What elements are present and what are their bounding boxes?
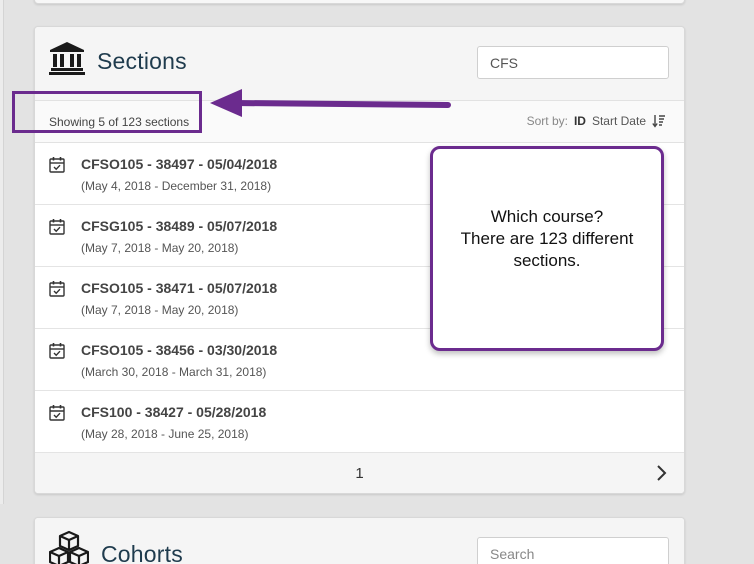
previous-card-edge (34, 0, 685, 4)
section-title[interactable]: CFS100 - 38427 - 05/28/2018 (81, 404, 266, 420)
callout-line: Which course? (490, 206, 604, 226)
section-title[interactable]: CFSO105 - 38497 - 05/04/2018 (81, 156, 277, 172)
section-row[interactable]: CFS100 - 38427 - 05/28/2018 (May 28, 201… (35, 391, 684, 453)
section-title[interactable]: CFSO105 - 38471 - 05/07/2018 (81, 280, 277, 296)
cohorts-card: Cohorts (34, 517, 685, 564)
callout-line: There are 123 different (460, 228, 634, 248)
cohorts-search-input[interactable] (477, 537, 669, 564)
pagination: 1 (35, 453, 684, 493)
sections-title: Sections (97, 48, 187, 74)
sort-desc-icon[interactable] (652, 114, 666, 128)
sort-label: Sort by: (526, 114, 568, 128)
annotation-arrow-icon (210, 89, 451, 117)
section-dates: (March 30, 2018 - March 31, 2018) (81, 365, 267, 379)
annotation-callout: Which course? There are 123 different se… (430, 146, 664, 351)
chevron-right-icon[interactable] (654, 464, 668, 482)
calendar-check-icon (49, 157, 65, 173)
cohorts-header: Cohorts (35, 518, 684, 564)
institution-icon (49, 42, 85, 75)
section-title[interactable]: CFSO105 - 38456 - 03/30/2018 (81, 342, 277, 358)
section-dates: (May 7, 2018 - May 20, 2018) (81, 303, 239, 317)
annotation-highlight-box (12, 91, 202, 133)
current-page[interactable]: 1 (35, 465, 684, 482)
calendar-check-icon (49, 219, 65, 235)
left-panel-edge (0, 0, 4, 504)
cohorts-title: Cohorts (101, 541, 183, 564)
section-dates: (May 28, 2018 - June 25, 2018) (81, 427, 249, 441)
callout-text: Which course? There are 123 different se… (461, 206, 634, 272)
sort-by-start-date-button[interactable]: Start Date (592, 114, 646, 128)
calendar-check-icon (49, 343, 65, 359)
section-dates: (May 4, 2018 - December 31, 2018) (81, 179, 272, 193)
sort-controls: Sort by: ID Start Date (527, 114, 666, 128)
section-title[interactable]: CFSG105 - 38489 - 05/07/2018 (81, 218, 277, 234)
calendar-check-icon (49, 405, 65, 421)
sort-by-id-button[interactable]: ID (574, 114, 586, 128)
section-dates: (May 7, 2018 - May 20, 2018) (81, 241, 239, 255)
sections-search-input[interactable] (477, 46, 669, 79)
calendar-check-icon (49, 281, 65, 297)
callout-line: sections. (513, 250, 581, 270)
cubes-icon (49, 530, 89, 564)
